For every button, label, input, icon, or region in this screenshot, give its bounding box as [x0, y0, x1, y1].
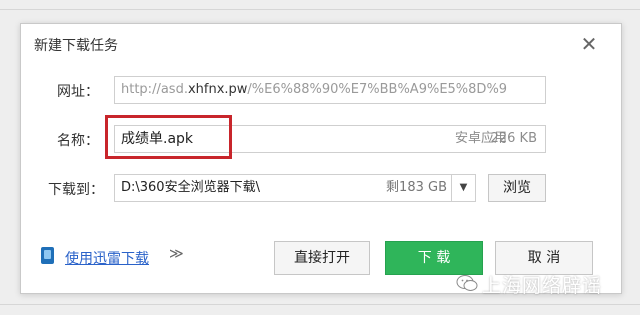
open-directly-button[interactable]: 直接打开	[274, 241, 370, 275]
save-path-value: D:\360安全浏览器下载\	[121, 180, 260, 195]
use-xunlei-link[interactable]: 使用迅雷下载	[65, 248, 149, 268]
download-button[interactable]: 下 载	[385, 241, 483, 275]
dialog-title: 新建下载任务	[34, 38, 118, 54]
double-chevron-icon[interactable]: ≫	[169, 246, 184, 262]
url-path: /%E6%88%90%E7%BB%A9%E5%8D%9	[247, 82, 508, 97]
name-label: 名称：	[57, 133, 99, 149]
wechat-icon	[456, 275, 478, 291]
save-path-field[interactable]: D:\360安全浏览器下载\ 剩183 GB ▼	[114, 174, 476, 202]
file-size: 226 KB	[490, 131, 537, 146]
url-label: 网址：	[57, 84, 99, 100]
background-divider	[0, 304, 640, 305]
url-prefix: http://asd.	[121, 82, 188, 97]
save-to-label: 下载到：	[48, 182, 104, 198]
background-divider	[0, 9, 640, 10]
url-field[interactable]: http://asd.xhfnx.pw/%E6%88%90%E7%BB%A9%E…	[114, 76, 546, 104]
chevron-down-icon[interactable]: ▼	[451, 175, 475, 201]
highlight-box	[105, 115, 232, 159]
close-icon[interactable]: ✕	[578, 33, 600, 55]
xunlei-icon	[41, 247, 54, 264]
browse-button[interactable]: 浏览	[488, 174, 546, 202]
cancel-button[interactable]: 取 消	[495, 241, 593, 275]
watermark-text: 上海网络辟谣	[482, 275, 603, 297]
new-download-dialog: 新建下载任务 ✕ 网址： http://asd.xhfnx.pw/%E6%88%…	[20, 23, 622, 294]
free-space: 剩183 GB	[386, 180, 447, 195]
url-domain: xhfnx.pw	[187, 82, 248, 97]
